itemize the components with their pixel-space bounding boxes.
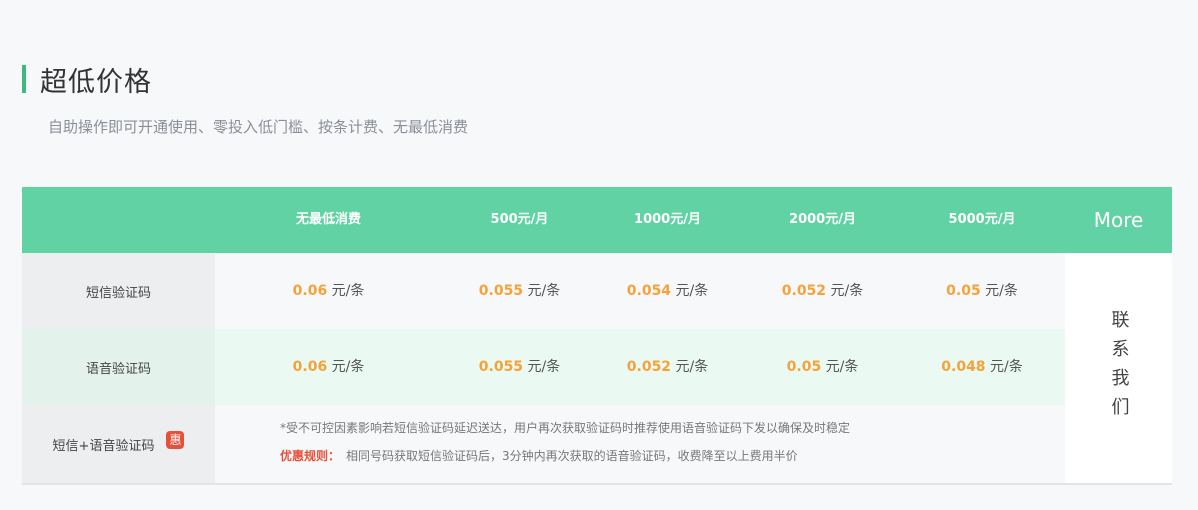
price-value: 0.048 [941, 359, 986, 375]
price-unit: 元/条 [985, 283, 1018, 299]
price-value: 0.052 [626, 359, 672, 375]
price-unit: 元/条 [830, 283, 864, 299]
price-value: 0.055 [478, 283, 524, 299]
price-cell: 0.06 元/条 [215, 329, 442, 405]
rule-text: 相同号码获取短信验证码后，3分钟内再次获取的语音验证码，收费降至以上费用半价 [346, 449, 798, 463]
price-unit: 元/条 [331, 359, 365, 375]
price-value: 0.052 [781, 283, 827, 299]
discount-badge: 惠 [166, 431, 185, 449]
page-title: 超低价格 [40, 66, 152, 98]
price-cell: 0.048 元/条 [902, 329, 1062, 405]
price-cell: 0.055 元/条 [442, 329, 597, 405]
rule-label: 优惠规则： [280, 449, 341, 463]
table-row-combo: 短信+语音验证码 惠 *受不可控因素影响若短信验证码延迟送达，用户再次获取验证码… [22, 405, 1065, 483]
row-label-combo: 短信+语音验证码 惠 [22, 405, 215, 483]
price-unit: 元/条 [990, 359, 1023, 375]
header-5000: 5000元/月 [948, 212, 1016, 227]
price-cell: 0.06 元/条 [215, 253, 442, 329]
table-row-voice: 语音验证码 0.06 元/条 0.055 元/条 0.052 元/条 0.05 … [22, 329, 1065, 405]
price-value: 0.054 [626, 283, 672, 299]
header-no-minimum: 无最低消费 [295, 212, 361, 227]
contact-us-link[interactable]: 联系我们 [1065, 253, 1172, 483]
price-cell: 0.055 元/条 [442, 253, 597, 329]
price-unit: 元/条 [331, 283, 365, 299]
row-label-sms: 短信验证码 [22, 253, 215, 329]
title-accent-bar [22, 65, 26, 93]
price-cell: 0.05 元/条 [745, 329, 900, 405]
price-cell: 0.05 元/条 [902, 253, 1062, 329]
price-cell: 0.052 元/条 [745, 253, 900, 329]
price-unit: 元/条 [825, 359, 859, 375]
table-header-row: 无最低消费 500元/月 1000元/月 2000元/月 5000元/月 Mor… [22, 187, 1172, 253]
price-cell: 0.052 元/条 [590, 329, 745, 405]
table-row-sms: 短信验证码 0.06 元/条 0.055 元/条 0.054 元/条 0.052… [22, 253, 1065, 329]
header-more: More [1093, 208, 1144, 232]
price-unit: 元/条 [527, 283, 561, 299]
price-value: 0.06 [292, 359, 328, 375]
section-title: 超低价格 [22, 62, 152, 98]
row-label-voice: 语音验证码 [22, 329, 215, 405]
header-500: 500元/月 [490, 212, 549, 227]
price-value: 0.05 [946, 283, 981, 299]
price-unit: 元/条 [527, 359, 561, 375]
price-table: 无最低消费 500元/月 1000元/月 2000元/月 5000元/月 Mor… [22, 187, 1172, 485]
contact-us-label: 联系我们 [1108, 310, 1130, 426]
combo-note: *受不可控因素影响若短信验证码延迟送达，用户再次获取验证码时推荐使用语音验证码下… [280, 421, 851, 435]
header-2000: 2000元/月 [789, 212, 856, 227]
header-1000: 1000元/月 [634, 212, 701, 227]
price-value: 0.06 [292, 283, 328, 299]
price-cell: 0.054 元/条 [590, 253, 745, 329]
combo-rule: 优惠规则： 相同号码获取短信验证码后，3分钟内再次获取的语音验证码，收费降至以上费… [280, 447, 798, 464]
price-unit: 元/条 [675, 283, 709, 299]
price-value: 0.055 [478, 359, 524, 375]
price-value: 0.05 [786, 359, 822, 375]
page-subtitle: 自助操作即可开通使用、零投入低门槛、按条计费、无最低消费 [48, 118, 469, 136]
combo-label: 短信+语音验证码 [52, 438, 155, 454]
price-unit: 元/条 [675, 359, 709, 375]
